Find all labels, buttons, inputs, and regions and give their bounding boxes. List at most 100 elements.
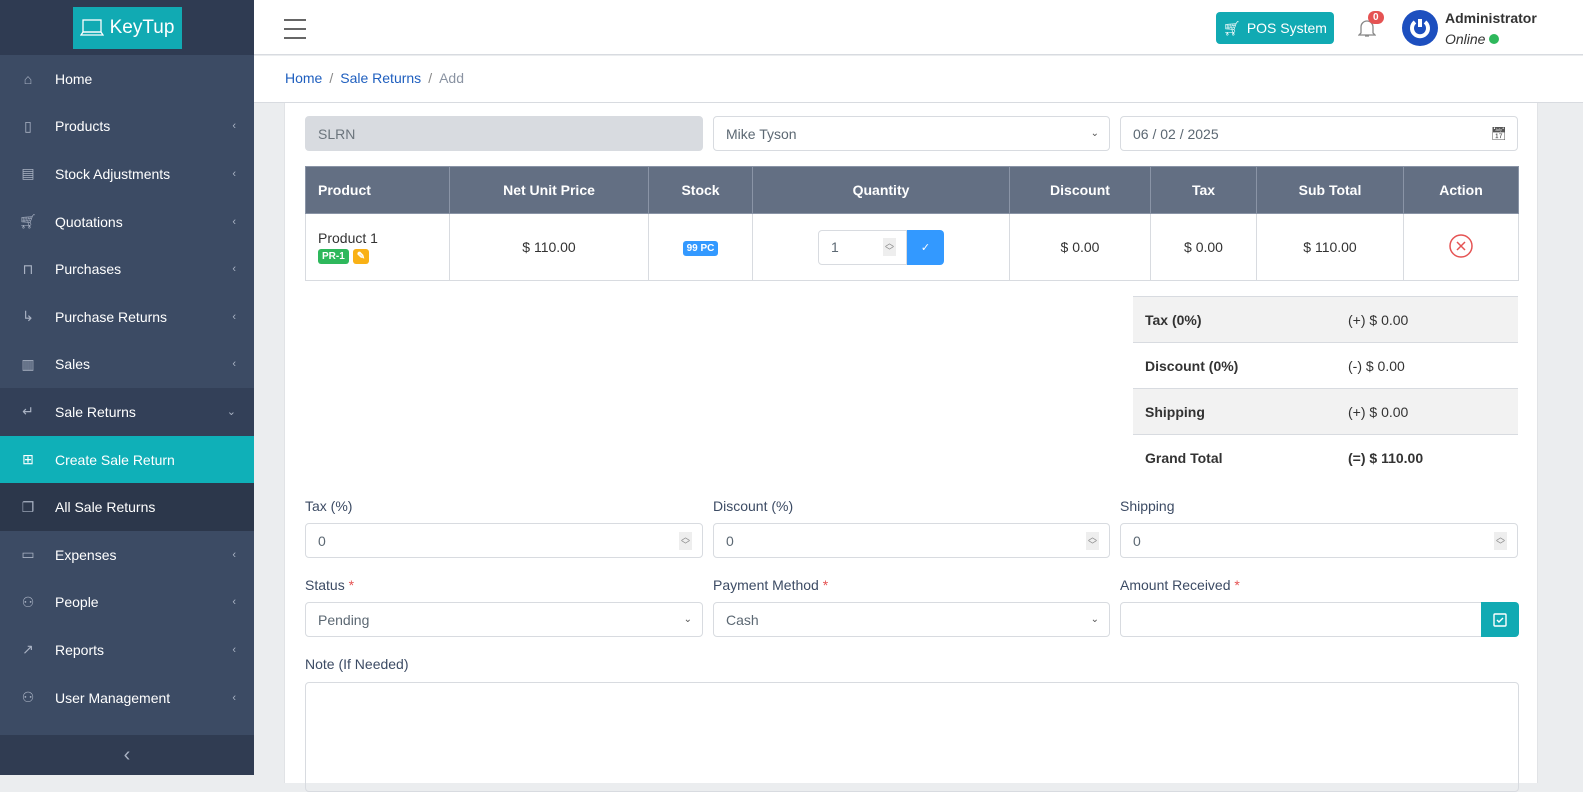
edit-icon[interactable]: ✎ [352, 249, 370, 264]
sidebar-collapse-button[interactable]: ‹ [0, 735, 254, 775]
summary-row: Shipping (+) $ 0.00 [1133, 388, 1518, 435]
receipt-icon: ▥ [21, 355, 35, 372]
date-input[interactable]: 06 / 02 / 2025 📅︎ [1120, 116, 1518, 151]
cart-icon: 🛒︎ [19, 213, 37, 230]
note-label: Note (If Needed) [305, 656, 409, 672]
quantity-stepper[interactable]: 1 ︿ ﹀ ✓ [818, 229, 944, 265]
avatar[interactable] [1402, 10, 1438, 46]
spinner-icon[interactable]: ︿ ﹀ [1493, 531, 1507, 550]
home-icon: ⌂ [23, 70, 33, 87]
sidebar-item-purchases[interactable]: ⊓ Purchases ‹ [0, 245, 254, 293]
spinner-icon[interactable]: ︿ ﹀ [678, 531, 692, 550]
return-right-icon: ↳ [22, 308, 34, 325]
discount-input[interactable]: 0 ︿ ﹀ [713, 523, 1110, 558]
sidebar-item-reports[interactable]: ↗ Reports ‹ [0, 626, 254, 674]
check-icon[interactable]: ✓ [907, 229, 944, 265]
sidebar-item-all-sale-returns[interactable]: ❐ All Sale Returns [0, 483, 254, 531]
chevron-down-icon: ⌄ [1090, 128, 1099, 139]
laptop-icon [79, 18, 104, 36]
brand-name: KeyTup [109, 16, 175, 38]
customer-select[interactable]: Mike Tyson ⌄ [713, 116, 1110, 151]
sidebar-item-label: Create Sale Return [55, 451, 175, 468]
sidebar-item-label: Reports [55, 641, 105, 658]
chevron-left-icon: ‹ [232, 120, 236, 133]
column-header: Product [305, 166, 450, 214]
column-header: Action [1403, 166, 1519, 214]
chevron-left-icon: ‹ [123, 743, 131, 766]
summary-row: Tax (0%) (+) $ 0.00 [1133, 296, 1518, 343]
summary-label: Discount (0%) [1133, 342, 1336, 389]
product-table: Product Net Unit Price Stock Quantity Discou… [305, 166, 1519, 281]
status-select[interactable]: Pending ⌄ [305, 602, 703, 637]
sidebar-item-label: Sales [55, 356, 91, 373]
sidebar-item-sales[interactable]: ▥ Sales ‹ [0, 341, 254, 389]
remove-icon[interactable] [1449, 233, 1473, 258]
online-dot [1489, 34, 1500, 44]
tax-cell: $ 0.00 [1150, 213, 1257, 281]
copy-icon: ❐ [21, 498, 35, 515]
sidebar-item-create-sale-return[interactable]: ⊞ Create Sale Return [0, 435, 254, 484]
sidebar-item-sale-returns[interactable]: ↵ Sale Returns ⌄ [0, 388, 254, 436]
chevron-down-icon: ⌄ [226, 406, 236, 419]
reference-input[interactable]: SLRN [305, 116, 703, 151]
sidebar-item-people[interactable]: ⚇ People ‹ [0, 579, 254, 627]
calendar-icon[interactable]: 📅︎ [1490, 126, 1507, 142]
sidebar-item-home[interactable]: ⌂ Home [0, 55, 254, 103]
breadcrumb: Home / Sale Returns / Add [254, 56, 1583, 103]
clipboard-icon: ▤ [21, 165, 35, 182]
sidebar-item-label: Purchases [55, 261, 122, 278]
menu-toggle-icon[interactable] [284, 19, 306, 46]
quantity-value: 1 [831, 239, 839, 255]
sidebar-item-label: Purchase Returns [55, 308, 168, 325]
net-unit-price: $ 110.00 [449, 213, 649, 281]
status-label: Status * [305, 577, 354, 593]
return-left-icon: ↵ [22, 403, 34, 420]
sidebar-item-stock-adjustments[interactable]: ▤ Stock Adjustments ‹ [0, 150, 254, 198]
user-status-text: Online [1445, 31, 1486, 47]
sidebar-item-label: All Sale Returns [55, 499, 156, 516]
sidebar-item-user-management[interactable]: ⚇ User Management ‹ [0, 674, 254, 722]
sidebar-item-products[interactable]: ▯ Products ‹ [0, 103, 254, 151]
subtotal-cell: $ 110.00 [1256, 213, 1404, 281]
sidebar-item-purchase-returns[interactable]: ↳ Purchase Returns ‹ [0, 293, 254, 341]
summary-row: Discount (0%) (-) $ 0.00 [1133, 342, 1518, 389]
amount-received-input[interactable] [1120, 602, 1482, 637]
breadcrumb-home[interactable]: Home [285, 70, 322, 86]
cart-icon: 🛒︎ [1223, 19, 1241, 36]
note-textarea[interactable] [305, 682, 1519, 792]
sidebar: KeyTup ⌂ Home ▯ Products ‹ ▤ Stock Adjustments… [0, 0, 254, 775]
payment-label-text: Payment Method [713, 577, 819, 593]
status-value: Pending [318, 611, 370, 628]
chevron-left-icon: ‹ [232, 310, 236, 323]
tax-input[interactable]: 0 ︿ ﹀ [305, 523, 703, 558]
column-header: Quantity [752, 166, 1010, 214]
chevron-left-icon: ‹ [232, 358, 236, 371]
summary-label: Grand Total [1133, 434, 1336, 481]
user-name: Administrator [1445, 10, 1537, 26]
breadcrumb-sale-returns[interactable]: Sale Returns [340, 70, 421, 86]
chevron-left-icon: ‹ [232, 596, 236, 609]
plus-square-icon: ⊞ [22, 451, 34, 468]
summary-row: Grand Total (=) $ 110.00 [1133, 434, 1518, 481]
payment-value: Cash [726, 611, 759, 628]
user-status: Online [1445, 31, 1500, 47]
brand-logo[interactable]: KeyTup [72, 6, 182, 49]
sidebar-item-quotations[interactable]: 🛒︎ Quotations ‹ [0, 198, 254, 246]
pos-system-button[interactable]: 🛒︎ POS System [1216, 12, 1334, 44]
spinner-icon[interactable]: ︿ ﹀ [882, 238, 896, 256]
table-row: Product 1 PR-1 ✎ $ 110.00 99 PC 1 ︿ ﹀ ✓ $ 0… [305, 213, 1519, 281]
payment-method-select[interactable]: Cash ⌄ [713, 602, 1110, 637]
spinner-icon[interactable]: ︿ ﹀ [1085, 531, 1099, 550]
required-mark: * [348, 577, 355, 593]
sidebar-item-label: Stock Adjustments [55, 165, 171, 182]
shipping-input[interactable]: 0 ︿ ﹀ [1120, 523, 1518, 558]
summary-table: Tax (0%) (+) $ 0.00 Discount (0%) (-) $ 0.0… [1133, 296, 1518, 481]
discount-label: Discount (%) [713, 498, 794, 514]
sidebar-item-expenses[interactable]: ▭ Expenses ‹ [0, 531, 254, 579]
notification-badge: 0 [1368, 11, 1384, 24]
column-header: Tax [1150, 166, 1257, 214]
sidebar-item-label: Expenses [55, 546, 117, 563]
check-square-icon[interactable] [1481, 602, 1519, 637]
sidebar-item-label: Sale Returns [55, 403, 136, 420]
users-icon: ⚇ [21, 689, 35, 706]
